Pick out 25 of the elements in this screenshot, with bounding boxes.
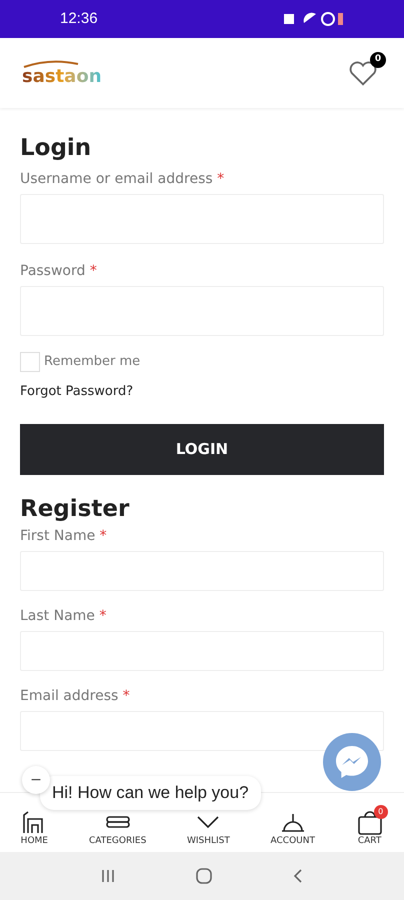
- login-title: Login: [20, 134, 92, 162]
- remember-checkbox[interactable]: [20, 352, 40, 372]
- chat-minimize-button[interactable]: −: [22, 766, 50, 794]
- nav-item[interactable]: HOME: [20, 808, 48, 848]
- status-time: 12:36: [60, 8, 98, 29]
- logo-swoosh-icon: [22, 60, 80, 68]
- field-label: Last Name *: [20, 606, 108, 624]
- remember-label: Remember me: [44, 353, 140, 372]
- field-label: First Name *: [20, 526, 108, 544]
- forgot-password-link[interactable]: Forgot Password?: [20, 382, 384, 402]
- recents-icon[interactable]: [100, 868, 116, 884]
- nav-item[interactable]: CATEGORIES: [88, 808, 146, 848]
- chat-bubble[interactable]: Hi! How can we help you?: [40, 776, 261, 810]
- nav-item[interactable]: WISHLIST: [186, 808, 230, 848]
- login-button[interactable]: LOGIN: [20, 424, 384, 474]
- input-field[interactable]: [20, 710, 384, 750]
- field-label: Password *: [20, 262, 98, 280]
- wishlist-badge: 0: [370, 52, 386, 68]
- back-icon[interactable]: [292, 868, 304, 884]
- field-label: Email address *: [20, 686, 131, 704]
- bag-icon: [356, 808, 384, 834]
- field-label: Username or email address *: [20, 170, 226, 188]
- register-title: Register: [20, 494, 130, 522]
- nav-item[interactable]: ACCOUNT: [270, 808, 315, 848]
- cart-badge: 0: [374, 804, 388, 818]
